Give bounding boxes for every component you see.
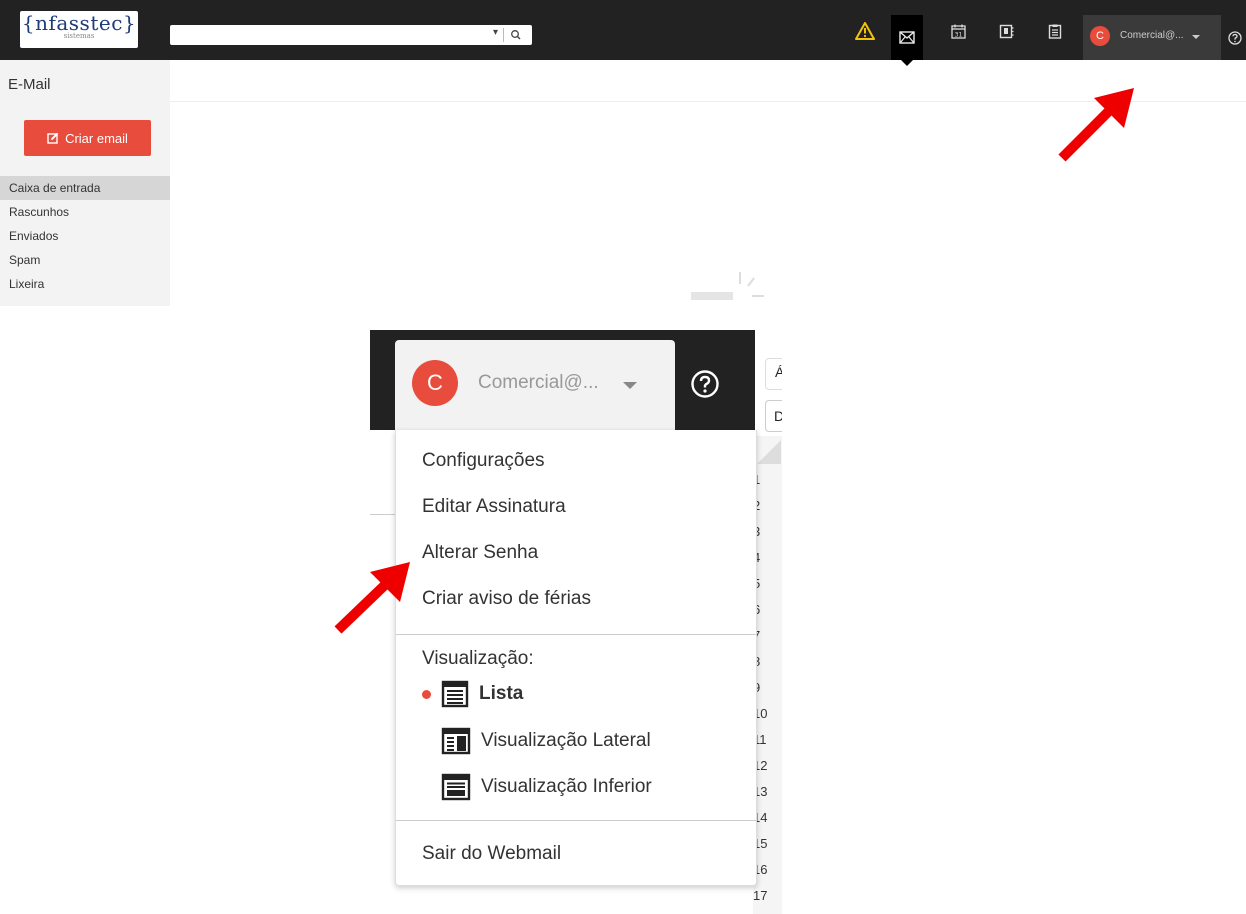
menu-item-settings[interactable]: Configurações bbox=[422, 450, 545, 472]
annotation-arrow bbox=[1058, 88, 1134, 162]
folder-sent[interactable]: Enviados bbox=[0, 224, 170, 248]
user-name: Comercial@... bbox=[1120, 30, 1184, 41]
compose-icon bbox=[47, 132, 59, 144]
side-view-icon bbox=[441, 727, 471, 755]
view-option-list-label: Lista bbox=[479, 683, 524, 704]
warning-icon[interactable] bbox=[849, 15, 881, 47]
contacts-icon[interactable] bbox=[990, 15, 1022, 47]
page-title: E-Mail bbox=[8, 76, 51, 93]
calendar-day-label: 31 bbox=[954, 31, 962, 38]
view-option-bottom-label: Visualização Inferior bbox=[481, 776, 652, 797]
menu-item-edit-signature[interactable]: Editar Assinatura bbox=[422, 496, 566, 518]
user-dropdown-menu: Configurações Editar Assinatura Alterar … bbox=[395, 430, 757, 886]
gutter-corner bbox=[757, 440, 781, 464]
folder-trash[interactable]: Lixeira bbox=[0, 272, 170, 296]
folder-inbox[interactable]: Caixa de entrada bbox=[0, 176, 170, 200]
logo[interactable]: {nfasstec} sistemas bbox=[20, 11, 138, 48]
bottom-view-icon bbox=[441, 773, 471, 801]
menu-item-logout[interactable]: Sair do Webmail bbox=[422, 843, 561, 865]
compose-email-label: Criar email bbox=[65, 130, 128, 146]
loading-icon bbox=[691, 272, 764, 300]
view-option-bottom[interactable]: Visualização Inferior bbox=[441, 773, 652, 801]
calendar-icon[interactable]: 31 bbox=[942, 15, 974, 47]
search-separator bbox=[503, 28, 504, 42]
avatar: C bbox=[412, 360, 458, 406]
top-bar: {nfasstec} sistemas ▾ 31 C Comercial@... bbox=[0, 0, 1246, 66]
notes-icon[interactable] bbox=[1039, 15, 1071, 47]
menu-divider bbox=[396, 820, 756, 821]
sidebar: E-Mail Criar email Caixa de entrada Rasc… bbox=[0, 60, 170, 306]
help-icon[interactable] bbox=[1228, 31, 1242, 45]
menu-divider bbox=[396, 634, 756, 635]
chevron-down-icon bbox=[1192, 35, 1200, 39]
menu-item-vacation-notice[interactable]: Criar aviso de férias bbox=[422, 588, 591, 610]
zoomed-field-a-label: Á bbox=[775, 364, 782, 380]
folder-drafts[interactable]: Rascunhos bbox=[0, 200, 170, 224]
zoomed-field-d-label: D bbox=[774, 408, 782, 424]
list-view-icon bbox=[441, 680, 469, 708]
view-option-side-label: Visualização Lateral bbox=[481, 730, 651, 751]
compose-email-button[interactable]: Criar email bbox=[24, 120, 151, 156]
view-mode-heading: Visualização: bbox=[422, 648, 534, 669]
selected-indicator bbox=[422, 689, 431, 699]
search-icon[interactable] bbox=[509, 28, 523, 42]
avatar: C bbox=[1090, 26, 1110, 46]
chevron-down-icon bbox=[623, 382, 637, 389]
view-option-side[interactable]: Visualização Lateral bbox=[441, 727, 651, 755]
zoomed-user-menu-panel: Á D 1 2 3 4 5 6 7 8 9 10 11 12 13 14 15 … bbox=[370, 330, 782, 914]
annotation-arrow bbox=[334, 562, 410, 634]
search-box[interactable]: ▾ bbox=[170, 25, 532, 45]
line-number-gutter: 1 2 3 4 5 6 7 8 9 10 11 12 13 14 15 16 1… bbox=[753, 436, 782, 914]
user-name: Comercial@... bbox=[478, 372, 599, 393]
help-icon[interactable] bbox=[690, 369, 720, 399]
search-dropdown-icon[interactable]: ▾ bbox=[493, 27, 498, 38]
folder-list: Caixa de entrada Rascunhos Enviados Spam… bbox=[0, 176, 170, 296]
mail-icon[interactable] bbox=[891, 15, 923, 66]
line-number: 17 bbox=[753, 888, 768, 903]
user-menu-toggle[interactable]: C Comercial@... bbox=[1083, 15, 1221, 60]
view-option-list[interactable]: Lista bbox=[422, 680, 523, 708]
folder-spam[interactable]: Spam bbox=[0, 248, 170, 272]
menu-item-change-password[interactable]: Alterar Senha bbox=[422, 542, 538, 564]
